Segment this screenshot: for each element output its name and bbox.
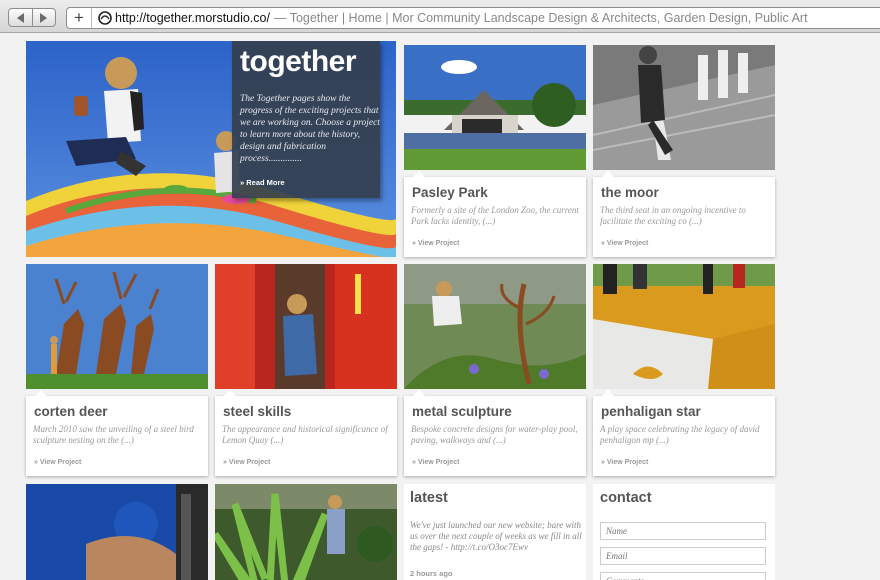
project-title[interactable]: Pasley Park bbox=[412, 185, 488, 200]
email-field[interactable] bbox=[600, 547, 766, 565]
view-project-link[interactable]: » View Project bbox=[223, 459, 270, 466]
project-info: penhaligan star A play space celebrating… bbox=[593, 390, 775, 476]
nav-buttons bbox=[8, 8, 56, 27]
project-title[interactable]: the moor bbox=[601, 185, 659, 200]
project-image[interactable] bbox=[404, 45, 586, 170]
latest-tweet[interactable]: We've just launched our new website; bar… bbox=[410, 520, 582, 553]
back-button[interactable] bbox=[9, 9, 32, 26]
project-image[interactable] bbox=[215, 264, 397, 389]
view-project-link[interactable]: » View Project bbox=[34, 459, 81, 466]
latest-heading: latest bbox=[410, 490, 448, 506]
view-project-link[interactable]: » View Project bbox=[412, 459, 459, 466]
project-description: The appearance and historical significan… bbox=[222, 424, 388, 445]
project-image-garden[interactable] bbox=[215, 484, 397, 580]
project-image[interactable] bbox=[404, 264, 586, 389]
hero-title: together bbox=[240, 45, 357, 78]
project-info: Pasley Park Formerly a site of the Londo… bbox=[404, 171, 586, 257]
project-description: March 2010 saw the unveiling of a steel … bbox=[33, 424, 194, 445]
read-more-link[interactable]: » Read More bbox=[240, 178, 285, 187]
project-title[interactable]: steel skills bbox=[223, 404, 291, 419]
view-project-link[interactable]: » View Project bbox=[601, 459, 648, 466]
hero-info-panel: together The Together pages show the pro… bbox=[232, 41, 380, 198]
forward-arrow-icon bbox=[40, 12, 48, 23]
contact-form: contact bbox=[593, 484, 775, 580]
tweet-timestamp: 2 hours ago bbox=[410, 569, 453, 578]
project-title[interactable]: metal sculpture bbox=[412, 404, 512, 419]
hero-description: The Together pages show the progress of … bbox=[240, 94, 380, 164]
project-description: A play space celebrating the legacy of d… bbox=[600, 424, 760, 445]
project-info: metal sculpture Bespoke concrete designs… bbox=[404, 390, 586, 476]
page-content: together The Together pages show the pro… bbox=[0, 34, 880, 580]
name-field[interactable] bbox=[600, 522, 766, 540]
project-info: corten deer March 2010 saw the unveiling… bbox=[26, 390, 208, 476]
add-bookmark-icon[interactable]: + bbox=[67, 8, 92, 28]
forward-button[interactable] bbox=[31, 9, 56, 26]
view-project-link[interactable]: » View Project bbox=[412, 240, 459, 247]
comments-field[interactable] bbox=[600, 572, 766, 580]
latest-news-box: latest We've just launched our new websi… bbox=[404, 484, 586, 580]
back-arrow-icon bbox=[16, 12, 24, 23]
contact-heading: contact bbox=[600, 490, 652, 506]
project-description: The third seat in an ongoing incentive t… bbox=[600, 205, 746, 226]
url-text: http://together.morstudio.co/ bbox=[115, 11, 270, 25]
project-title[interactable]: penhaligan star bbox=[601, 404, 701, 419]
hero-banner: together The Together pages show the pro… bbox=[26, 41, 396, 257]
project-image-worker[interactable] bbox=[26, 484, 208, 580]
project-image[interactable] bbox=[593, 45, 775, 170]
project-description: Bespoke concrete designs for water-play … bbox=[411, 424, 578, 445]
project-title[interactable]: corten deer bbox=[34, 404, 108, 419]
browser-toolbar: + http://together.morstudio.co/ — Togeth… bbox=[0, 0, 880, 33]
view-project-link[interactable]: » View Project bbox=[601, 240, 648, 247]
page-title-text: — Together | Home | Mor Community Landsc… bbox=[273, 11, 808, 25]
project-description: Formerly a site of the London Zoo, the c… bbox=[411, 205, 579, 226]
address-bar[interactable]: + http://together.morstudio.co/ — Togeth… bbox=[66, 7, 880, 29]
project-image[interactable] bbox=[26, 264, 208, 389]
project-info: steel skills The appearance and historic… bbox=[215, 390, 397, 476]
project-info: the moor The third seat in an ongoing in… bbox=[593, 171, 775, 257]
site-favicon-icon bbox=[98, 11, 112, 25]
project-image[interactable] bbox=[593, 264, 775, 389]
